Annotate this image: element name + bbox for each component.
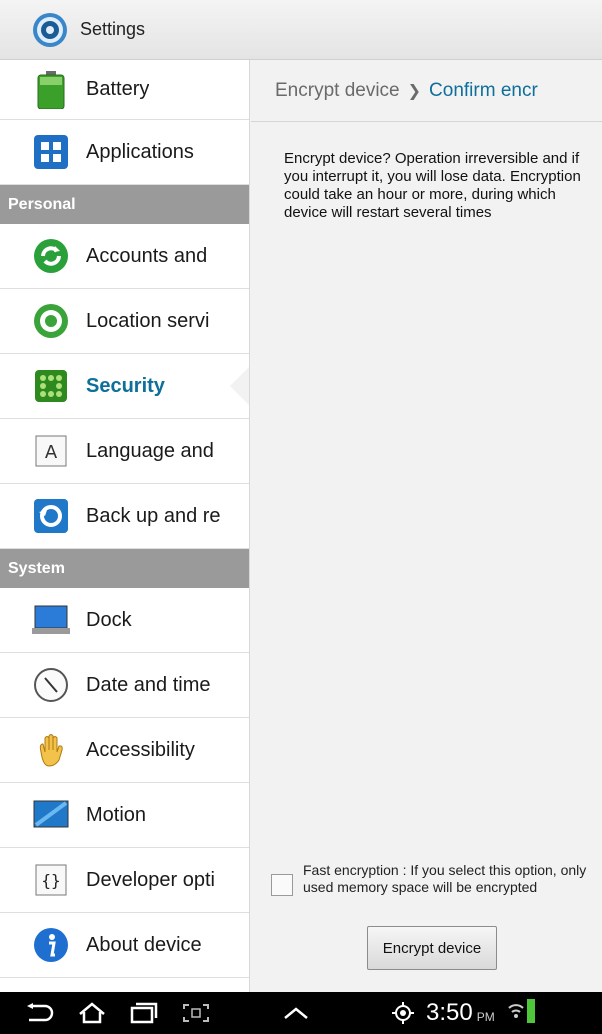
system-bar: 3:50 PM: [0, 992, 602, 1034]
developer-braces-icon: {}: [32, 861, 70, 899]
chevron-up-icon[interactable]: [270, 992, 322, 1034]
location-icon: [32, 302, 70, 340]
sidebar-item-label: Applications: [86, 140, 194, 163]
clock-icon: [32, 666, 70, 704]
clock-time: 3:50: [426, 999, 473, 1026]
battery-icon: [32, 70, 70, 109]
sidebar-item-security[interactable]: Security: [0, 354, 249, 419]
gps-icon: [388, 992, 418, 1034]
sidebar-item-location[interactable]: Location servi: [0, 289, 249, 354]
language-icon: A: [32, 432, 70, 470]
action-bar: Settings: [0, 0, 602, 60]
app-title: Settings: [80, 19, 146, 39]
chevron-right-icon: ❯: [407, 82, 422, 100]
sidebar-item-about[interactable]: About device: [0, 913, 249, 978]
selection-indicator: [230, 366, 249, 406]
sidebar-item-label: Battery: [86, 78, 150, 100]
sidebar-item-datetime[interactable]: Date and time: [0, 653, 249, 718]
sidebar-item-label: Accounts and: [86, 244, 208, 267]
sidebar-item-battery[interactable]: Battery: [0, 60, 249, 120]
sidebar-item-label: Security: [86, 374, 165, 397]
sidebar-item-label: Date and time: [86, 673, 211, 696]
home-icon[interactable]: [66, 992, 118, 1034]
applications-icon: [32, 133, 70, 171]
encrypt-description: Encrypt device? Operation irreversible a…: [284, 150, 581, 221]
sidebar-item-language[interactable]: A Language and: [0, 419, 249, 484]
recent-apps-icon[interactable]: [118, 992, 170, 1034]
sidebar-item-label: Back up and re: [86, 504, 221, 527]
sidebar-item-backup[interactable]: Back up and re: [0, 484, 249, 549]
svg-text:{}: {}: [41, 871, 60, 890]
sidebar-item-label: About device: [86, 933, 202, 956]
back-icon[interactable]: [14, 992, 66, 1034]
sidebar-item-label: Developer opti: [86, 868, 215, 891]
sidebar-item-dock[interactable]: Dock: [0, 588, 249, 653]
security-icon: [32, 367, 70, 405]
sidebar-item-applications[interactable]: Applications: [0, 120, 249, 185]
sidebar-item-label: Language and: [86, 439, 214, 462]
motion-icon: [32, 796, 70, 834]
sidebar-item-accounts[interactable]: Accounts and: [0, 224, 249, 289]
hand-icon: [32, 731, 70, 769]
accounts-sync-icon: [32, 237, 70, 275]
fast-encryption-row[interactable]: Fast encryption : If you select this opt…: [271, 862, 601, 896]
settings-list[interactable]: Battery Applications Personal Accounts a…: [0, 60, 250, 992]
breadcrumb-parent[interactable]: Encrypt device: [275, 80, 400, 102]
clock-ampm: PM: [476, 1010, 495, 1024]
fast-encryption-label: Fast encryption : If you select this opt…: [303, 862, 587, 895]
sidebar-item-label: Dock: [86, 608, 132, 631]
breadcrumb: Encrypt device ❯ Confirm encr: [251, 60, 602, 122]
encrypt-device-button[interactable]: Encrypt device: [367, 926, 497, 970]
screenshot-icon[interactable]: [170, 992, 222, 1034]
sidebar-item-label: Motion: [86, 803, 147, 826]
breadcrumb-current: Confirm encr: [429, 79, 538, 101]
dock-icon: [32, 601, 70, 639]
svg-text:A: A: [45, 442, 58, 463]
section-header-personal: Personal: [0, 185, 249, 224]
battery-status-icon: [526, 998, 535, 1028]
backup-icon: [32, 497, 70, 535]
sidebar-item-developer[interactable]: {} Developer opti: [0, 848, 249, 913]
wifi-icon: [507, 1001, 525, 1026]
sidebar-item-motion[interactable]: Motion: [0, 783, 249, 848]
sidebar-item-accessibility[interactable]: Accessibility: [0, 718, 249, 783]
section-header-system: System: [0, 549, 249, 588]
sidebar-item-label: Location servi: [86, 309, 210, 332]
detail-pane: Encrypt device ❯ Confirm encr Encrypt de…: [251, 60, 602, 992]
settings-gear-icon[interactable]: [28, 8, 72, 52]
fast-encryption-checkbox[interactable]: [271, 874, 293, 896]
info-icon: [32, 926, 70, 964]
sidebar-item-label: Accessibility: [86, 738, 195, 761]
